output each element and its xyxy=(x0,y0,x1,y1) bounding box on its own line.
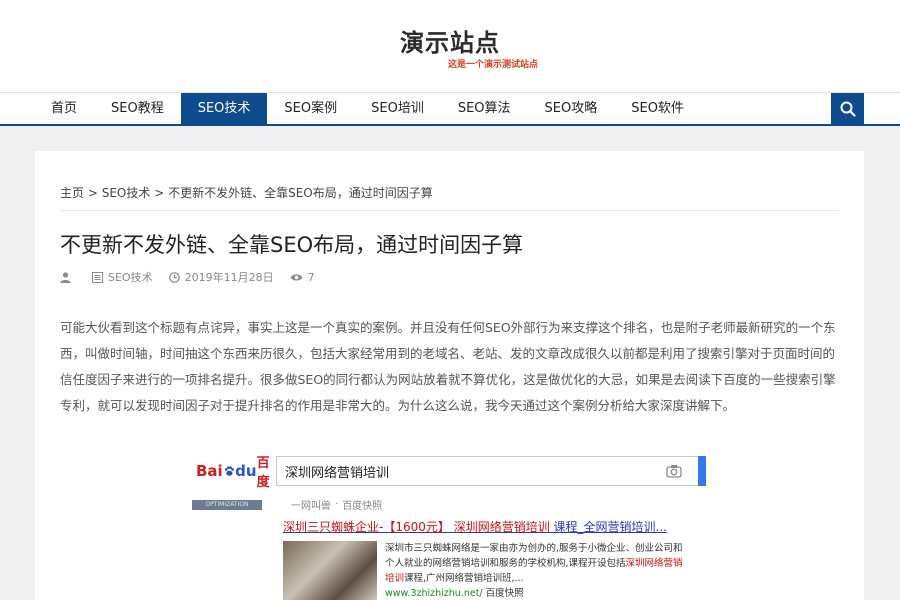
search-button[interactable] xyxy=(831,93,864,125)
nav-item-seo-tech[interactable]: SEO技术 xyxy=(180,93,268,125)
breadcrumb: 主页 > SEO技术 > 不更新不发外链、全靠SEO布局，通过时间因子算 xyxy=(60,184,839,211)
result-author: 一网叫兽 xyxy=(291,501,331,512)
meta-author xyxy=(60,271,76,283)
nav-list: 首页 SEO教程 SEO技术 SEO案例 SEO培训 SEO算法 SEO攻略 S… xyxy=(34,93,900,125)
article-meta: SEO技术 2019年11月28日 7 xyxy=(60,269,839,285)
snippet-text-2: 课程,广州网络营销培训班,... xyxy=(404,573,524,584)
baidu-search-bar: Bai du 百度 深圳网络营销培训 xyxy=(192,453,706,490)
breadcrumb-current: 不更新不发外链、全靠SEO布局，通过时间因子算 xyxy=(168,186,433,200)
result-title-a: 深圳三只蜘蛛企业-【1600元】 xyxy=(283,520,450,534)
paw-icon xyxy=(224,466,234,476)
list-icon xyxy=(92,271,103,283)
result-header: OPTIMIZATION 一网叫兽 · 百度快照 xyxy=(192,497,706,512)
baidu-logo: Bai du 百度 xyxy=(192,453,276,490)
meta-category-label: SEO技术 xyxy=(108,271,153,284)
article-image: Bai du 百度 深圳网络营销培训 OPTIMIZATION 一网叫兽 · 百… xyxy=(192,453,706,600)
nav-item-home[interactable]: 首页 xyxy=(34,93,94,125)
baidu-logo-cn: 百度 xyxy=(256,456,270,490)
search-icon xyxy=(840,101,856,117)
baidu-search-input: 深圳网络营销培训 xyxy=(276,456,698,486)
breadcrumb-home[interactable]: 主页 xyxy=(60,186,84,200)
result-title-b: 深圳网络营销培训 xyxy=(453,520,550,534)
nav-item-seo-strategy[interactable]: SEO攻略 xyxy=(528,93,615,125)
nav-item-seo-tutorial[interactable]: SEO教程 xyxy=(94,93,181,125)
meta-date: 2019年11月28日 xyxy=(168,269,274,285)
breadcrumb-category[interactable]: SEO技术 xyxy=(102,186,151,200)
meta-views: 7 xyxy=(290,271,315,284)
meta-date-label: 2019年11月28日 xyxy=(184,271,274,284)
nav-item-seo-training[interactable]: SEO培训 xyxy=(354,93,441,125)
baidu-logo-bai: Bai xyxy=(196,462,223,480)
result-thumbnail xyxy=(283,541,377,600)
nav-item-seo-software[interactable]: SEO软件 xyxy=(614,93,701,125)
result-title-link: 深圳三只蜘蛛企业-【1600元】 深圳网络营销培训 课程_全网营销培训... xyxy=(192,518,706,535)
eye-icon xyxy=(290,274,303,280)
site-header: 演示站点 这是一个演示测试站点 xyxy=(0,0,900,92)
main-nav: 首页 SEO教程 SEO技术 SEO案例 SEO培训 SEO算法 SEO攻略 S… xyxy=(0,92,900,126)
baidu-logo-du: du xyxy=(235,462,257,480)
meta-category[interactable]: SEO技术 xyxy=(92,269,153,285)
baidu-search-button xyxy=(698,456,706,486)
result-title-c: 课程_全网营销培训... xyxy=(553,520,667,534)
snippet-tail: 百度快照 xyxy=(485,588,524,599)
nav-item-seo-algorithm[interactable]: SEO算法 xyxy=(441,93,528,125)
article-card: 主页 > SEO技术 > 不更新不发外链、全靠SEO布局，通过时间因子算 不更新… xyxy=(35,151,864,600)
site-title[interactable]: 演示站点 xyxy=(0,28,900,58)
breadcrumb-separator: > xyxy=(87,186,98,200)
nav-item-seo-cases[interactable]: SEO案例 xyxy=(267,93,354,125)
optimization-badge: OPTIMIZATION xyxy=(192,499,262,510)
snippet-url: www.3zhizhizhu.net/ xyxy=(385,588,483,599)
result-snippet: 深圳市三只蜘蛛网络是一家由亦为创办的,服务于小微企业、创业公司和个人就业的网络营… xyxy=(385,541,685,600)
result-source: 百度快照 xyxy=(342,501,383,512)
camera-icon xyxy=(666,465,682,478)
breadcrumb-separator: > xyxy=(154,186,165,200)
article-body: 可能大伙看到这个标题有点诧异，事实上这是一个真实的案例。并且没有任何SEO外部行… xyxy=(60,320,836,413)
user-icon xyxy=(60,271,71,283)
article-title: 不更新不发外链、全靠SEO布局，通过时间因子算 xyxy=(60,233,524,257)
meta-views-count: 7 xyxy=(307,270,315,284)
result-body: 深圳市三只蜘蛛网络是一家由亦为创办的,服务于小微企业、创业公司和个人就业的网络营… xyxy=(192,541,706,600)
clock-icon xyxy=(168,271,180,283)
site-subtitle: 这是一个演示测试站点 xyxy=(447,60,538,70)
baidu-query: 深圳网络营销培训 xyxy=(285,465,390,481)
